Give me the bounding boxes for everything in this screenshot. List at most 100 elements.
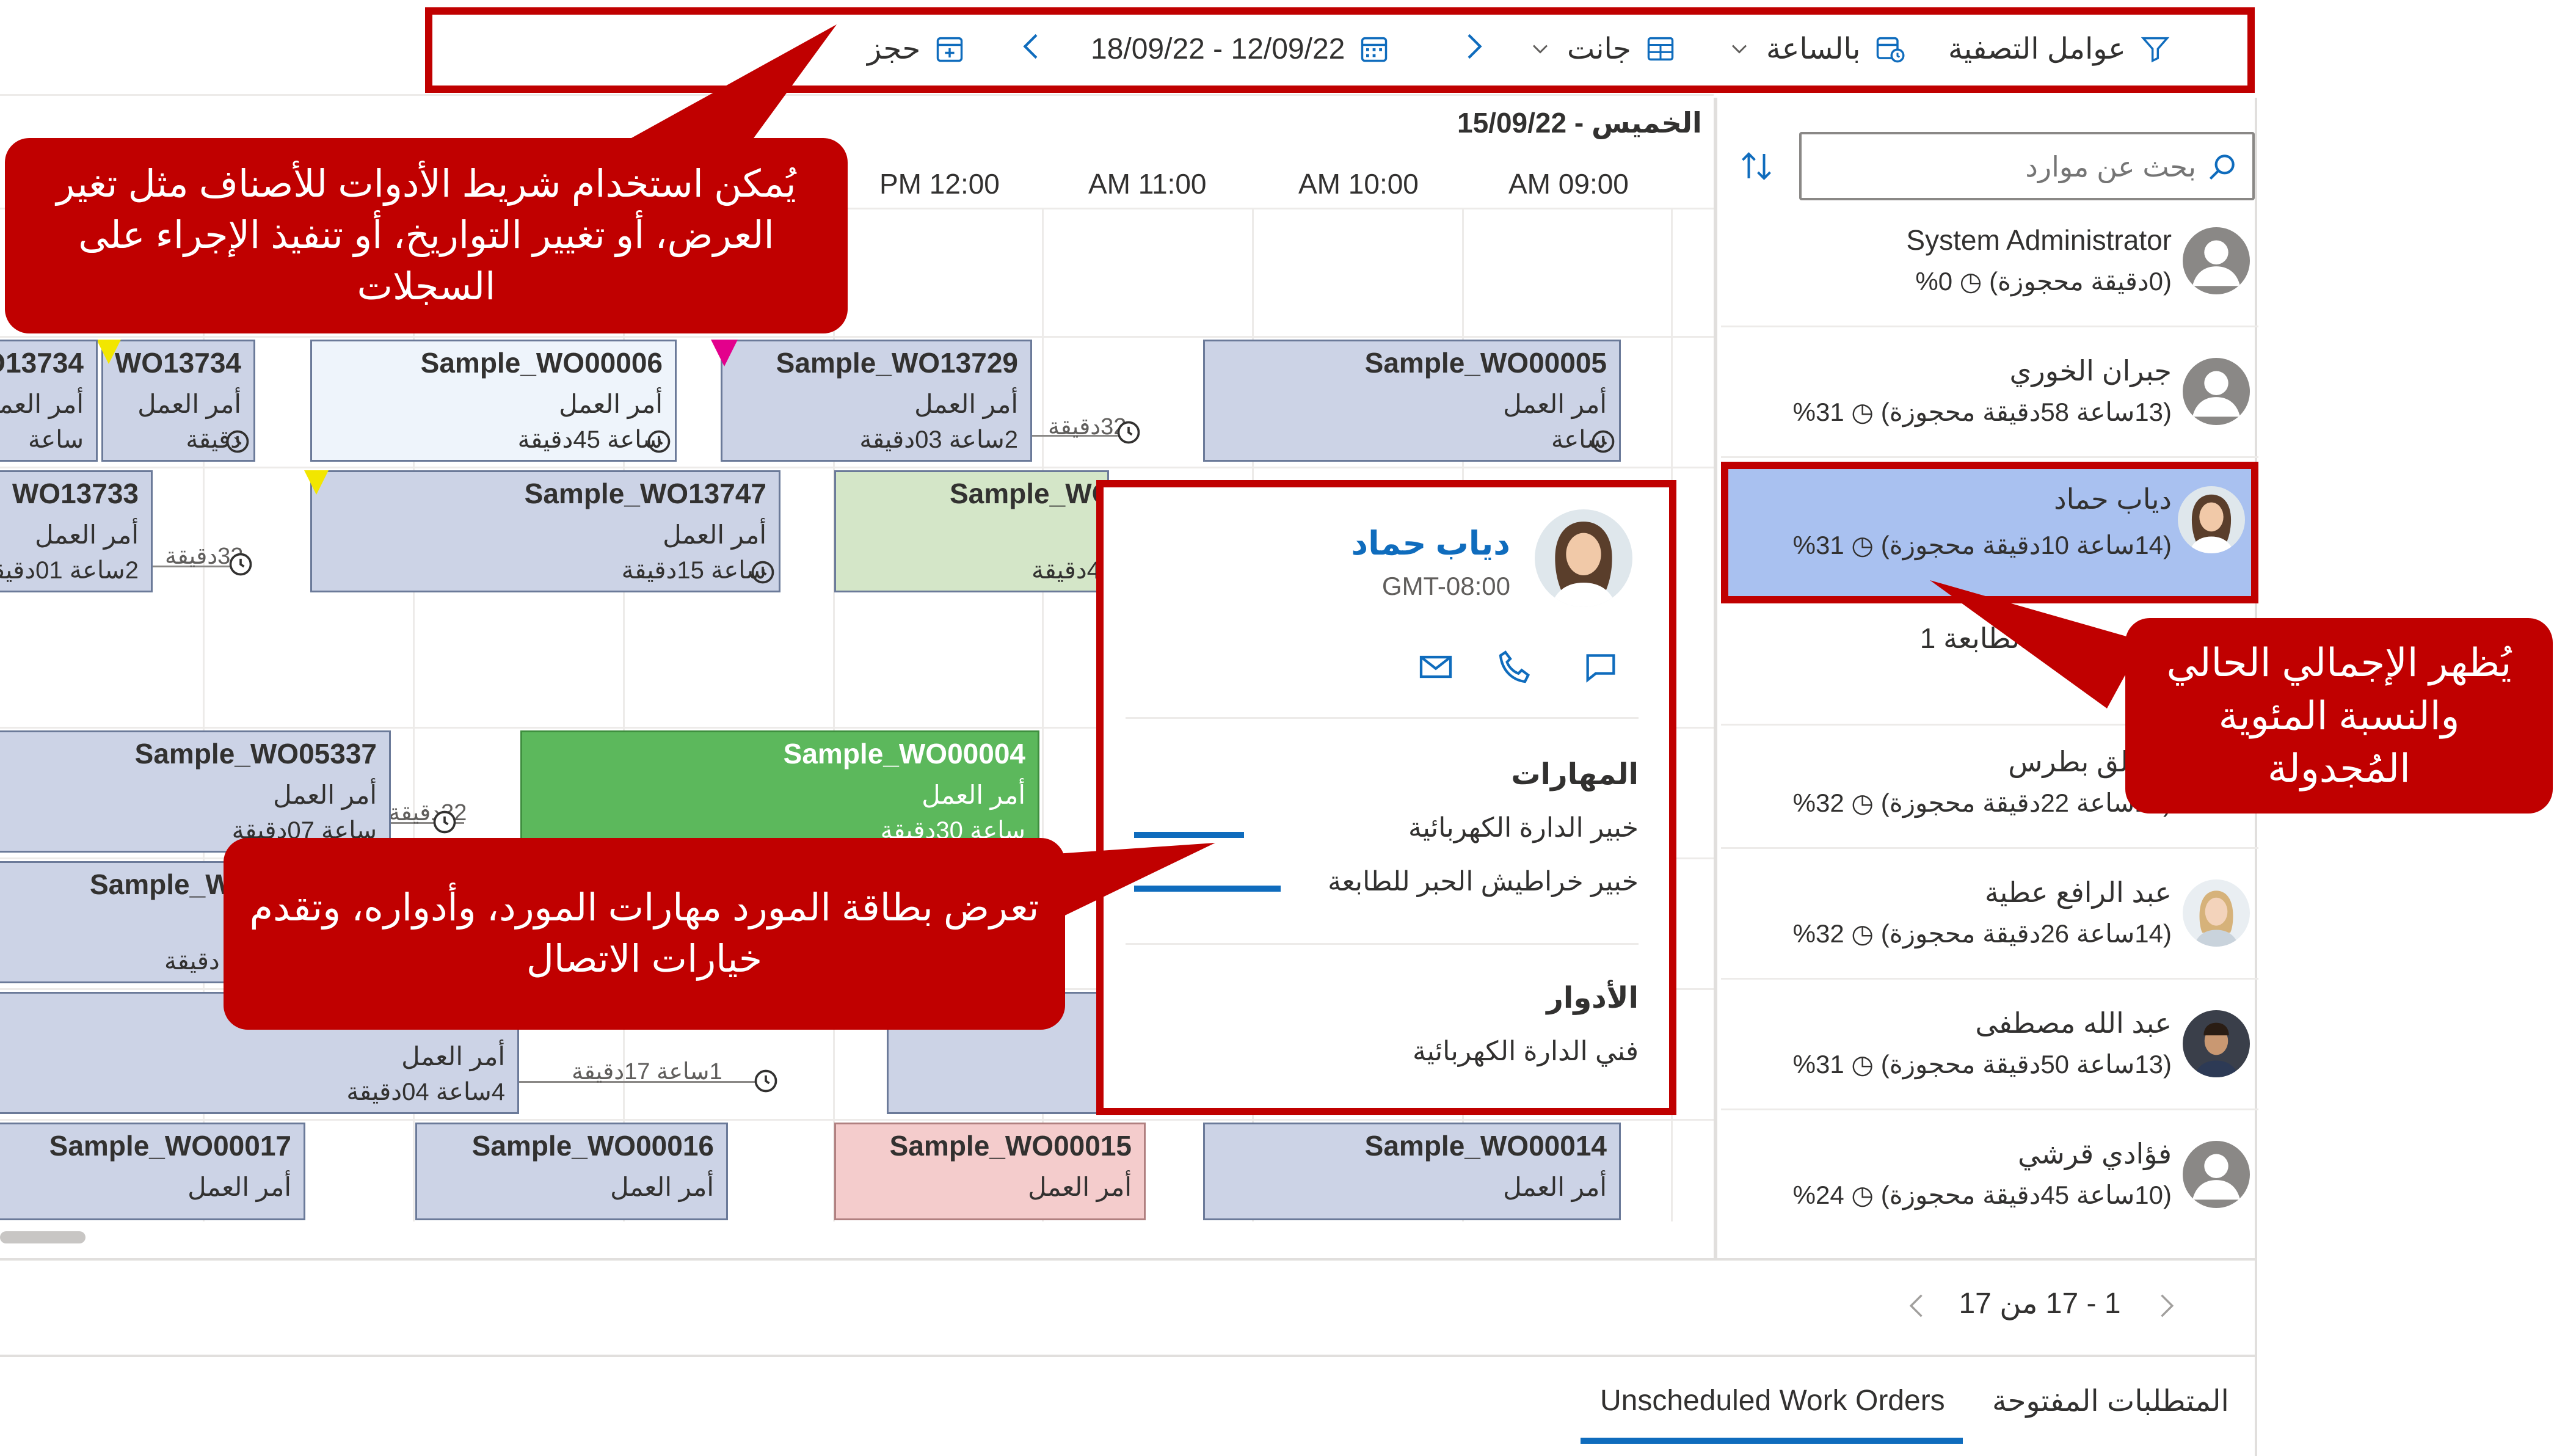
booking-title: Sample_WO00015	[889, 1130, 1132, 1162]
pagination-label: 1 - 17 من 17	[1959, 1287, 2121, 1320]
booking-block[interactable]: Sample_WO 4دقيقة	[834, 470, 1109, 592]
chevron-down-icon	[1731, 45, 1747, 54]
bottom-tabs-divider	[0, 1355, 2255, 1357]
chevron-down-icon	[1532, 45, 1548, 54]
calendar-icon	[1361, 37, 1388, 62]
avatar-placeholder-icon	[2183, 358, 2250, 425]
horizontal-scrollbar[interactable]	[0, 1231, 85, 1243]
booking-block[interactable]: Sample_WO00015 أمر العمل	[834, 1123, 1146, 1220]
book-button[interactable]: حجز	[867, 18, 966, 79]
flag-icon	[711, 340, 738, 366]
avatar-photo	[2183, 879, 2250, 947]
clock-icon: ◷	[1959, 267, 1982, 296]
hour-label: PM 12:00	[879, 168, 1000, 200]
booking-block[interactable]: WO13733 أمر العمل 2ساعة 01دقيقة	[0, 470, 153, 592]
booking-title: Sample_WO13747	[524, 478, 766, 509]
resource-row[interactable]: System Administrator (0دقيقة محجوزة) ◷ 0…	[1721, 205, 2258, 327]
skills-heading: المهارات	[1511, 759, 1639, 791]
booking-title: WO13733	[12, 478, 139, 509]
panel-divider	[1714, 98, 1717, 1258]
tab-open-requirements[interactable]: المتطلبات المفتوحة	[1992, 1384, 2229, 1418]
booking-block[interactable]: Sample_WO00014 أمر العمل	[1203, 1123, 1621, 1220]
booking-block[interactable]: O13734 أمر العمل ساعة	[0, 340, 98, 462]
booking-duration: ساعة	[27, 426, 84, 453]
card-timezone: GMT-08:00	[1381, 572, 1510, 600]
book-label: حجز	[867, 33, 921, 65]
clock-icon	[754, 1069, 777, 1093]
booking-block-selected[interactable]: Sample_WO00004 أمر العمل ساعة 30دقيقة	[520, 730, 1039, 853]
booking-type: أمر العمل	[914, 390, 1018, 418]
booking-type: أمر العمل	[922, 781, 1025, 809]
sort-button[interactable]	[1738, 148, 1775, 184]
avatar-placeholder-icon	[2183, 227, 2250, 294]
pagination	[0, 1258, 2255, 1261]
clock-icon	[647, 430, 671, 453]
booking-block[interactable]: Sample_WO05337 أمر العمل ساعة 07دقيقة	[0, 730, 391, 853]
callout-pointer	[1930, 580, 2144, 708]
phone-icon[interactable]	[1496, 647, 1535, 686]
resource-row[interactable]: فؤادي قرشي (10ساعة 45دقيقة محجوزة) ◷ 24%	[1721, 1119, 2258, 1241]
avatar-placeholder-icon	[2183, 1141, 2250, 1208]
flag-icon	[96, 340, 121, 364]
booking-title: Sample_WO00006	[420, 347, 663, 379]
booking-block[interactable]: WO13734 أمر العمل دقيقة	[101, 340, 255, 462]
booking-block[interactable]: Sample_WO00016 أمر العمل	[415, 1123, 728, 1220]
day-label: الخميس - 15/09/22	[1457, 107, 1702, 139]
booking-block[interactable]: Sample_WO00005 أمر العمل ساعة	[1203, 340, 1621, 462]
layout-label: جانت	[1567, 33, 1631, 65]
filter-button[interactable]: عوامل التصفية	[1948, 18, 2171, 79]
view-selector[interactable]: بالساعة	[1726, 18, 1905, 79]
resource-stats: (13ساعة 58دقيقة محجوزة) ◷ 31%	[1792, 398, 2172, 426]
date-range-picker[interactable]: 18/09/22 - 12/09/22	[1091, 18, 1390, 79]
flag-icon	[304, 470, 329, 495]
booking-title: Sample_WO00014	[1364, 1130, 1607, 1162]
clock-icon	[751, 561, 774, 584]
card-divider	[1126, 943, 1639, 945]
toolbar-callout: يُمكن استخدام شريط الأدوات للأصناف مثل ت…	[5, 138, 848, 333]
card-divider	[1126, 717, 1639, 719]
resource-name: عبد الله مصطفى	[1975, 1007, 2172, 1039]
card-name[interactable]: دياب حماد	[1351, 524, 1510, 562]
booking-block[interactable]: Sample_WO00017 أمر العمل	[0, 1123, 305, 1220]
booking-block[interactable]: Sample_WO13729 أمر العمل 2ساعة 03دقيقة	[721, 340, 1032, 462]
booking-type: أمر العمل	[610, 1173, 714, 1201]
booking-type: أمر العمل	[187, 1173, 291, 1201]
gantt-icon	[1647, 37, 1674, 61]
booking-duration: ساعة 45دقيقة	[517, 426, 663, 453]
next-date-button[interactable]	[1456, 29, 1490, 64]
layout-selector[interactable]: جانت	[1527, 18, 1676, 79]
previous-page-button[interactable]	[1902, 1287, 1934, 1324]
chat-icon[interactable]	[1581, 647, 1620, 686]
search-field[interactable]	[1841, 143, 2197, 191]
mail-icon[interactable]	[1416, 647, 1455, 686]
booking-type: أمر العمل	[0, 390, 84, 418]
previous-date-button[interactable]	[1015, 29, 1049, 64]
booking-title: WO13734	[114, 347, 241, 379]
booking-block[interactable]: Sample_WO00006 أمر العمل ساعة 45دقيقة	[310, 340, 677, 462]
resource-stats: (13ساعة 50دقيقة محجوزة) ◷ 31%	[1792, 1050, 2172, 1079]
role-item: فني الدارة الكهربائية	[1413, 1036, 1639, 1066]
booking-type: أمر العمل	[559, 390, 663, 418]
booking-title: Sample_WO	[950, 478, 1109, 509]
tab-unscheduled-work-orders[interactable]: Unscheduled Work Orders	[1600, 1384, 1945, 1418]
booking-type: أمر العمل	[663, 520, 766, 549]
clock-icon: ◷	[1851, 398, 1874, 426]
date-range-text: 18/09/22 - 12/09/22	[1091, 32, 1345, 65]
header-top-divider	[0, 94, 1714, 96]
resource-row[interactable]: جبران الخوري (13ساعة 58دقيقة محجوزة) ◷ 3…	[1721, 336, 2258, 458]
booking-block[interactable]: Sample_WO13747 أمر العمل ساعة 15دقيقة	[310, 470, 780, 592]
booking-title: Sample_WO05337	[134, 738, 377, 770]
booking-duration: 2ساعة 01دقيقة	[0, 557, 139, 584]
booking-title: Sample_W	[90, 868, 232, 900]
calendar-add-icon	[936, 37, 963, 62]
view-label: بالساعة	[1766, 33, 1861, 65]
resource-row[interactable]: عبد الله مصطفى (13ساعة 50دقيقة محجوزة) ◷…	[1721, 988, 2258, 1110]
next-page-button[interactable]	[2150, 1287, 2181, 1324]
resource-stats: (14ساعة 10دقيقة محجوزة) ◷ 31%	[1792, 531, 2172, 559]
avatar-photo	[2183, 1010, 2250, 1077]
booking-type: أمر العمل	[1503, 390, 1607, 418]
clock-icon: ◷	[1851, 1050, 1874, 1079]
resource-row[interactable]: عبد الرافع عطية (14ساعة 26دقيقة محجوزة) …	[1721, 857, 2258, 980]
booking-title: Sample_WO13729	[776, 347, 1018, 379]
search-input[interactable]	[1799, 132, 2255, 200]
